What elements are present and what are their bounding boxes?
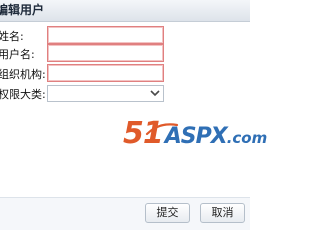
name-input[interactable] — [47, 26, 164, 44]
permission-category-select[interactable] — [47, 85, 164, 102]
permission-category-label: 权限大类: — [0, 88, 46, 101]
watermark-swoosh-icon — [145, 123, 179, 136]
watermark-suffix: .com — [226, 129, 268, 147]
chevron-down-icon — [150, 90, 160, 97]
dialog-titlebar: 编辑用户 — [0, 0, 250, 22]
organization-label: 组织机构: — [0, 68, 46, 81]
cancel-button[interactable]: 取消 — [200, 203, 245, 223]
name-label: 姓名: — [0, 30, 24, 43]
submit-button[interactable]: 提交 — [145, 203, 190, 223]
username-input[interactable] — [47, 44, 164, 62]
username-label: 用户名: — [0, 48, 35, 61]
edit-user-dialog: 编辑用户 姓名: 用户名: 组织机构: 权限大类: 51ASPX.com 提交 … — [0, 0, 267, 230]
organization-input[interactable] — [47, 64, 164, 82]
dialog-title: 编辑用户 — [0, 3, 45, 17]
